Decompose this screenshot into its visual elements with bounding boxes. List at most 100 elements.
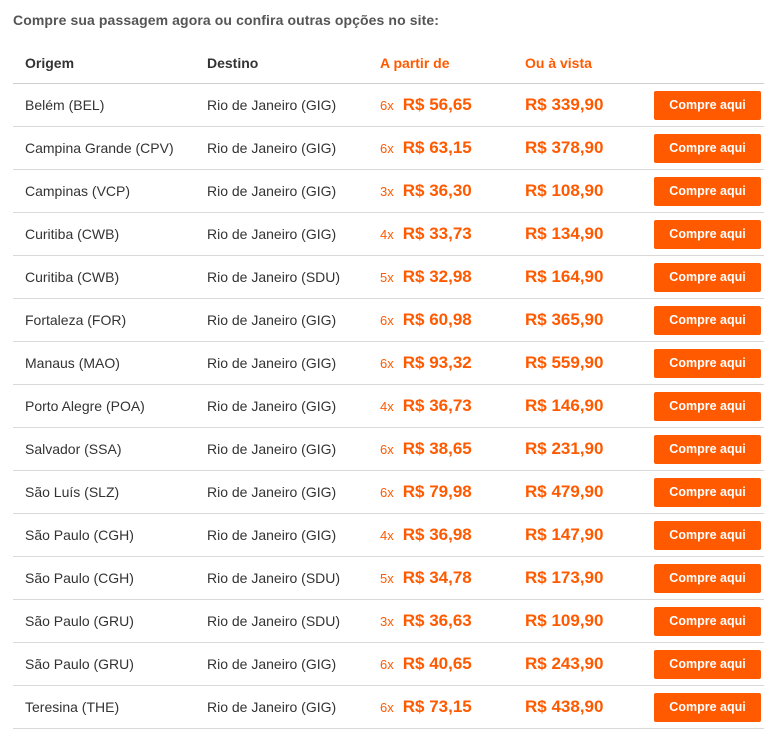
origin-cell: Fortaleza (FOR): [25, 312, 127, 328]
cash-price: R$ 243,90: [525, 654, 604, 673]
from-price-cell: 5x R$ 34,78: [380, 557, 472, 599]
destination-cell: Rio de Janeiro (GIG): [207, 97, 337, 113]
table-row: Belém (BEL) Rio de Janeiro (GIG) 6x R$ 56,6…: [13, 84, 764, 127]
installment-price: R$ 34,78: [402, 568, 472, 587]
table-row: Campinas (VCP) Rio de Janeiro (GIG) 3x R$ 3…: [13, 170, 764, 213]
origin-cell: Porto Alegre (POA): [25, 398, 145, 414]
origin-cell: Campinas (VCP): [25, 183, 131, 199]
header-cash-price: Ou à vista: [525, 54, 592, 71]
buy-button[interactable]: Compre aqui: [654, 262, 761, 292]
from-price-cell: 4x R$ 36,73: [380, 385, 472, 427]
installments-count: 6x: [380, 140, 394, 156]
destination-cell: Rio de Janeiro (SDU): [207, 269, 341, 285]
buy-button[interactable]: Compre aqui: [654, 477, 761, 507]
buy-cell: Compre aqui: [654, 299, 761, 341]
buy-button[interactable]: Compre aqui: [654, 133, 761, 163]
buy-button[interactable]: Compre aqui: [654, 692, 761, 722]
from-price-cell: 6x R$ 63,15: [380, 127, 472, 169]
buy-cell: Compre aqui: [654, 342, 761, 384]
origin-cell: São Paulo (CGH): [25, 527, 134, 543]
installments-count: 6x: [380, 355, 394, 371]
buy-button[interactable]: Compre aqui: [654, 649, 761, 679]
installments-count: 6x: [380, 484, 394, 500]
table-row: São Paulo (CGH) Rio de Janeiro (SDU) 5x R$ …: [13, 557, 764, 600]
destination-cell: Rio de Janeiro (GIG): [207, 140, 337, 156]
destination-cell: Rio de Janeiro (GIG): [207, 398, 337, 414]
installment-price: R$ 33,73: [402, 224, 472, 243]
from-price-cell: 5x R$ 32,98: [380, 256, 472, 298]
cash-price: R$ 365,90: [525, 310, 604, 329]
destination-cell: Rio de Janeiro (GIG): [207, 699, 337, 715]
origin-cell: São Luís (SLZ): [25, 484, 120, 500]
buy-button[interactable]: Compre aqui: [654, 391, 761, 421]
header-origin: Origem: [25, 54, 75, 71]
cash-price-cell: R$ 109,90: [525, 600, 603, 642]
cash-price: R$ 559,90: [525, 353, 604, 372]
cash-price-cell: R$ 146,90: [525, 385, 603, 427]
cash-price: R$ 378,90: [525, 138, 604, 157]
cash-price-cell: R$ 339,90: [525, 84, 603, 126]
header-destination: Destino: [207, 54, 259, 71]
cash-price-cell: R$ 164,90: [525, 256, 603, 298]
cash-price: R$ 339,90: [525, 95, 604, 114]
origin-cell: Belém (BEL): [25, 97, 105, 113]
installment-price: R$ 36,63: [402, 611, 472, 630]
installment-price: R$ 63,15: [402, 138, 472, 157]
installment-price: R$ 36,30: [402, 181, 472, 200]
buy-cell: Compre aqui: [654, 471, 761, 513]
cash-price: R$ 479,90: [525, 482, 604, 501]
cash-price-cell: R$ 378,90: [525, 127, 603, 169]
installment-price: R$ 32,98: [402, 267, 472, 286]
cash-price-cell: R$ 559,90: [525, 342, 603, 384]
installment-price: R$ 40,65: [402, 654, 472, 673]
destination-cell: Rio de Janeiro (SDU): [207, 570, 341, 586]
header-from-price: A partir de: [380, 54, 450, 71]
buy-button[interactable]: Compre aqui: [654, 348, 761, 378]
installments-count: 4x: [380, 226, 394, 242]
table-row: Teresina (THE) Rio de Janeiro (GIG) 6x R$ 7…: [13, 686, 764, 729]
table-header: Origem Destino A partir de Ou à vista: [13, 42, 764, 84]
from-price-cell: 3x R$ 36,30: [380, 170, 472, 212]
from-price-cell: 6x R$ 73,15: [380, 686, 472, 728]
buy-button[interactable]: Compre aqui: [654, 563, 761, 593]
origin-cell: Campina Grande (CPV): [25, 140, 174, 156]
destination-cell: Rio de Janeiro (GIG): [207, 226, 337, 242]
origin-cell: Manaus (MAO): [25, 355, 120, 371]
from-price-cell: 6x R$ 93,32: [380, 342, 472, 384]
buy-cell: Compre aqui: [654, 557, 761, 599]
cash-price: R$ 438,90: [525, 697, 604, 716]
buy-button[interactable]: Compre aqui: [654, 606, 761, 636]
buy-button[interactable]: Compre aqui: [654, 434, 761, 464]
cash-price-cell: R$ 438,90: [525, 686, 603, 728]
buy-cell: Compre aqui: [654, 514, 761, 556]
cash-price-cell: R$ 243,90: [525, 643, 603, 685]
destination-cell: Rio de Janeiro (GIG): [207, 484, 337, 500]
table-row: São Paulo (CGH) Rio de Janeiro (GIG) 4x R$ …: [13, 514, 764, 557]
installments-count: 3x: [380, 183, 394, 199]
cash-price: R$ 231,90: [525, 439, 604, 458]
table-row: Campina Grande (CPV) Rio de Janeiro (GIG)…: [13, 127, 764, 170]
buy-button[interactable]: Compre aqui: [654, 176, 761, 206]
destination-cell: Rio de Janeiro (GIG): [207, 183, 337, 199]
cash-price-cell: R$ 134,90: [525, 213, 603, 255]
installment-price: R$ 38,65: [402, 439, 472, 458]
table-row: São Luís (SLZ) Rio de Janeiro (GIG) 6x R$ 7…: [13, 471, 764, 514]
buy-button[interactable]: Compre aqui: [654, 305, 761, 335]
installments-count: 6x: [380, 97, 394, 113]
installment-price: R$ 79,98: [402, 482, 472, 501]
table-row: Porto Alegre (POA) Rio de Janeiro (GIG) 4x…: [13, 385, 764, 428]
buy-button[interactable]: Compre aqui: [654, 90, 761, 120]
table-body: Belém (BEL) Rio de Janeiro (GIG) 6x R$ 56,6…: [13, 84, 764, 729]
cash-price-cell: R$ 231,90: [525, 428, 603, 470]
fares-table: Origem Destino A partir de Ou à vista Be…: [13, 42, 764, 729]
buy-button[interactable]: Compre aqui: [654, 219, 761, 249]
cash-price: R$ 173,90: [525, 568, 604, 587]
from-price-cell: 4x R$ 36,98: [380, 514, 472, 556]
destination-cell: Rio de Janeiro (GIG): [207, 312, 337, 328]
from-price-cell: 6x R$ 60,98: [380, 299, 472, 341]
installment-price: R$ 56,65: [402, 95, 472, 114]
from-price-cell: 3x R$ 36,63: [380, 600, 472, 642]
buy-cell: Compre aqui: [654, 170, 761, 212]
destination-cell: Rio de Janeiro (GIG): [207, 527, 337, 543]
buy-button[interactable]: Compre aqui: [654, 520, 761, 550]
